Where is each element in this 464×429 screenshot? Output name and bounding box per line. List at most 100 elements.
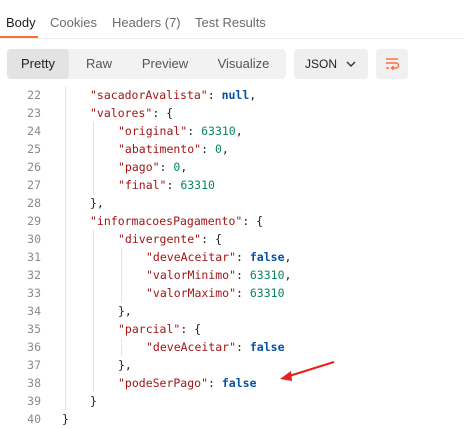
indent-guide <box>121 284 122 302</box>
indent-guide <box>93 248 94 266</box>
line-number: 24 <box>27 124 41 138</box>
indent-guide <box>65 266 66 284</box>
indent-guide <box>65 122 66 140</box>
code-token: "abatimento" <box>118 142 202 156</box>
wrap-lines-icon <box>386 58 400 71</box>
indent-guide <box>65 374 66 392</box>
code-line: 22 "sacadorAvalista": null, <box>0 86 464 104</box>
code-line: 32 "valorMinimo": 63310, <box>0 266 464 284</box>
code-token: "divergente" <box>118 232 202 246</box>
wrap-lines-button[interactable] <box>376 49 408 79</box>
code-text: "informacoesPagamento": { <box>90 212 263 230</box>
code-token: , <box>284 268 292 282</box>
indent-guide <box>93 122 94 140</box>
indent-guide <box>65 86 66 104</box>
code-line: 26 "pago": 0, <box>0 158 464 176</box>
indent-guide <box>65 230 66 248</box>
view-preview-button[interactable]: Preview <box>129 49 201 79</box>
code-token: : <box>236 268 250 282</box>
code-token: false <box>221 376 257 390</box>
indent-guide <box>65 104 66 122</box>
code-text: }, <box>118 356 132 374</box>
view-raw-button[interactable]: Raw <box>69 49 129 79</box>
code-token: : <box>236 286 250 300</box>
code-line: 38 "podeSerPago": false <box>0 374 464 392</box>
code-text: }, <box>118 302 132 320</box>
code-token: "parcial" <box>118 322 181 336</box>
line-number: 29 <box>27 214 41 228</box>
indent-guide <box>121 248 122 266</box>
code-text: }, <box>90 194 104 212</box>
response-toolbar: Pretty Raw Preview Visualize JSON <box>0 44 464 84</box>
code-text: "deveAceitar": false, <box>146 248 291 266</box>
code-token: "sacadorAvalista" <box>90 88 208 102</box>
code-token: null <box>221 88 250 102</box>
code-token: } <box>62 412 69 426</box>
code-token: , <box>235 124 243 138</box>
indent-guide <box>65 356 66 374</box>
code-text: } <box>62 410 69 428</box>
line-number: 35 <box>27 322 41 336</box>
line-number: 30 <box>27 232 41 246</box>
code-token: "valorMinimo" <box>146 268 237 282</box>
format-select-value: JSON <box>305 57 338 71</box>
code-token: , <box>284 250 292 264</box>
indent-guide <box>93 230 94 248</box>
indent-guide <box>93 374 94 392</box>
code-text: "original": 63310, <box>118 122 243 140</box>
code-text: "valorMinimo": 63310, <box>146 266 291 284</box>
indent-guide <box>65 392 66 410</box>
indent-guide <box>65 194 66 212</box>
code-line: 30 "divergente": { <box>0 230 464 248</box>
code-token: "deveAceitar" <box>146 250 237 264</box>
view-visualize-button[interactable]: Visualize <box>201 49 286 79</box>
line-number: 39 <box>27 394 41 408</box>
indent-guide <box>93 338 94 356</box>
code-token: 63310 <box>249 286 285 300</box>
code-text: "valores": { <box>90 104 173 122</box>
code-token: "valores" <box>90 106 153 120</box>
indent-guide <box>121 338 122 356</box>
code-token: } <box>90 394 97 408</box>
code-line: 28}, <box>0 194 464 212</box>
line-number: 22 <box>27 88 41 102</box>
code-text: "deveAceitar": false <box>146 338 285 356</box>
view-pretty-button[interactable]: Pretty <box>7 49 69 79</box>
code-token: : { <box>242 214 264 228</box>
code-token: 0 <box>214 142 222 156</box>
code-line: 27 "final": 63310 <box>0 176 464 194</box>
code-token: 63310 <box>201 124 236 138</box>
code-token: : <box>236 340 250 354</box>
code-token: }, <box>90 196 104 210</box>
code-text: "final": 63310 <box>118 176 215 194</box>
code-text: "divergente": { <box>118 230 222 248</box>
indent-guide <box>93 356 94 374</box>
code-line: 25 "abatimento": 0, <box>0 140 464 158</box>
code-token: : <box>187 124 202 138</box>
tab-cookies[interactable]: Cookies <box>50 15 97 30</box>
format-select[interactable]: JSON <box>294 49 368 79</box>
json-code-viewer[interactable]: 22 "sacadorAvalista": null, 23 "valores": {… <box>0 84 464 429</box>
code-token: "final" <box>118 178 167 192</box>
code-token: 63310 <box>180 178 215 192</box>
line-number: 23 <box>27 106 41 120</box>
indent-guide <box>93 140 94 158</box>
indent-guide <box>121 266 122 284</box>
code-token: "pago" <box>118 160 160 174</box>
code-token: "podeSerPago" <box>118 376 209 390</box>
tab-test-results[interactable]: Test Results <box>195 15 266 30</box>
indent-guide <box>65 338 66 356</box>
code-token: : <box>159 160 174 174</box>
indent-guide <box>65 284 66 302</box>
code-line: 24 "original": 63310, <box>0 122 464 140</box>
code-line: 39} <box>0 392 464 410</box>
indent-guide <box>65 212 66 230</box>
tab-body[interactable]: Body <box>6 15 36 30</box>
code-token: "valorMaximo" <box>146 286 237 300</box>
code-text: "abatimento": 0, <box>118 140 229 158</box>
tabs-divider <box>0 38 464 39</box>
tab-headers[interactable]: Headers (7) <box>112 15 181 30</box>
indent-guide <box>93 266 94 284</box>
code-token: 63310 <box>249 268 285 282</box>
code-token: : <box>208 376 222 390</box>
